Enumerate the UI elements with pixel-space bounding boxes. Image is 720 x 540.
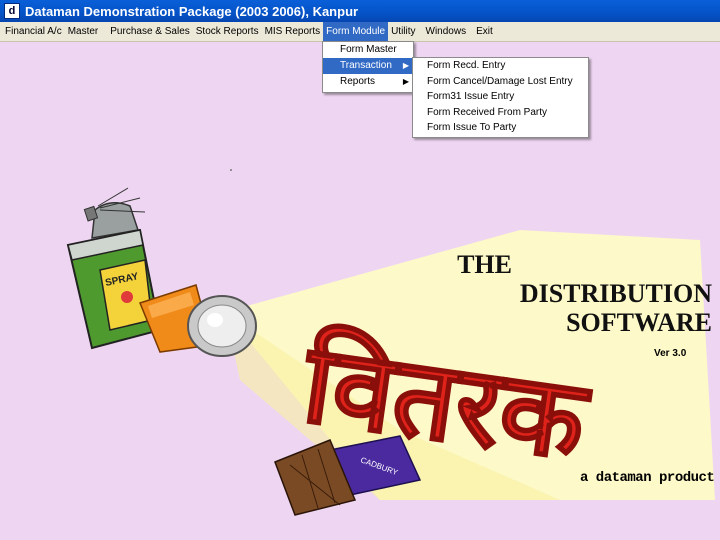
menu-item-transaction[interactable]: Transaction ▶ xyxy=(323,58,413,74)
menu-item-transaction-label: Transaction xyxy=(340,60,392,71)
menu-form-module[interactable]: Form Module xyxy=(323,22,389,41)
menu-master[interactable]: Master xyxy=(65,22,102,41)
splash-line-distribution: DISTRIBUTION xyxy=(519,279,712,308)
splash-title: THE DISTRIBUTION SOFTWARE xyxy=(457,250,712,337)
version-label: Ver 3.0 xyxy=(654,348,687,359)
splash-line-software: SOFTWARE xyxy=(566,308,712,337)
flashlight-image xyxy=(138,284,257,357)
menu-financial[interactable]: Financial A/c xyxy=(0,22,65,41)
form-module-dropdown: Form Master Transaction ▶ Reports ▶ xyxy=(322,41,414,93)
submenu-form-received-from-party[interactable]: Form Received From Party xyxy=(413,105,588,121)
window-title: Dataman Demonstration Package (2003 2006… xyxy=(25,3,359,19)
transaction-submenu: Form Recd. Entry Form Cancel/Damage Lost… xyxy=(412,57,589,138)
menu-mis-reports[interactable]: MIS Reports xyxy=(262,22,324,41)
title-bar: d Dataman Demonstration Package (2003 20… xyxy=(0,0,720,22)
menu-item-form-master[interactable]: Form Master xyxy=(323,42,413,58)
menu-purchase-sales[interactable]: Purchase & Sales xyxy=(107,22,193,41)
menu-item-reports-label: Reports xyxy=(340,76,376,87)
submenu-form-issue-to-party[interactable]: Form Issue To Party xyxy=(413,120,588,136)
submenu-form-cancel-entry[interactable]: Form Cancel/Damage Lost Entry xyxy=(413,74,588,90)
menu-windows[interactable]: Windows xyxy=(423,22,470,41)
splash-line-the: THE xyxy=(457,250,512,279)
menu-stock-reports[interactable]: Stock Reports xyxy=(193,22,262,41)
chocolate-image: CADBURY xyxy=(274,435,422,516)
submenu-form-recd-entry[interactable]: Form Recd. Entry xyxy=(413,58,588,74)
submenu-arrow-icon: ▶ xyxy=(402,77,409,86)
spray-can-image: SPRAY xyxy=(66,187,162,350)
menu-exit[interactable]: Exit xyxy=(473,22,496,41)
app-icon: d xyxy=(4,3,20,19)
menu-bar: Financial A/c Master Purchase & Sales St… xyxy=(0,22,720,42)
menu-utility[interactable]: Utility xyxy=(388,22,418,41)
submenu-arrow-icon: ▶ xyxy=(402,61,409,70)
submenu-form31-issue-entry[interactable]: Form31 Issue Entry xyxy=(413,89,588,105)
tagline: a dataman product xyxy=(580,470,715,486)
menu-item-reports[interactable]: Reports ▶ xyxy=(323,74,413,90)
